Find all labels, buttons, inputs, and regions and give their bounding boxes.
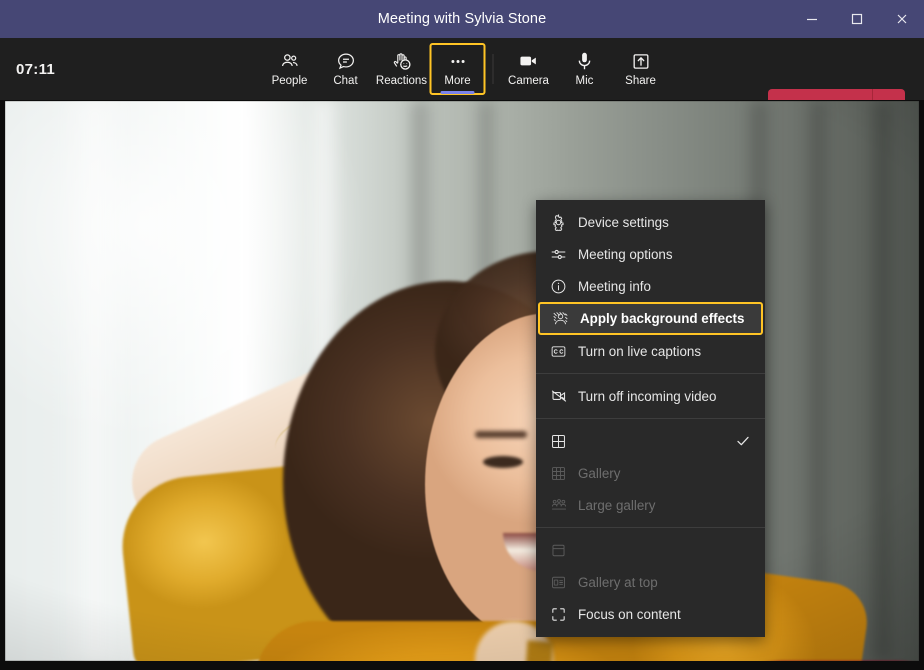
camera-button[interactable]: Camera	[501, 43, 557, 95]
share-icon	[630, 50, 651, 72]
menu-item-focus-on-content: Gallery at top	[536, 566, 765, 598]
more-menu: Device settings Meeting options Meeting …	[536, 200, 765, 637]
camera-icon	[518, 50, 540, 72]
checkmark-icon	[735, 433, 751, 449]
gallery-top-icon	[550, 542, 578, 559]
menu-separator	[536, 527, 765, 528]
more-label: More	[444, 75, 471, 87]
menu-item-apply-background-effects[interactable]: Apply background effects	[538, 302, 763, 335]
video-vignette	[5, 101, 919, 661]
gallery-icon	[550, 433, 578, 450]
chat-button[interactable]: Chat	[318, 43, 374, 95]
toolbar-divider	[492, 54, 494, 84]
share-button[interactable]: Share	[613, 43, 669, 95]
share-label: Share	[625, 75, 656, 87]
maximize-button[interactable]	[834, 0, 879, 38]
menu-item-gallery-at-top	[536, 534, 765, 566]
meeting-timer: 07:11	[16, 60, 56, 78]
more-icon	[447, 50, 468, 72]
meeting-toolbar: 07:11 People Chat Reactions More Camera …	[0, 38, 924, 125]
reactions-button[interactable]: Reactions	[374, 43, 430, 95]
info-icon	[550, 278, 578, 295]
together-mode-icon	[550, 496, 578, 514]
menu-item-label: Large gallery	[578, 497, 656, 513]
chat-label: Chat	[333, 75, 358, 87]
menu-item-label: Meeting options	[578, 246, 673, 262]
window-controls	[789, 0, 924, 38]
more-button[interactable]: More	[429, 43, 486, 95]
menu-item-turn-off-incoming-video[interactable]: Turn off incoming video	[536, 380, 765, 412]
reactions-label: Reactions	[375, 75, 428, 87]
video-off-icon	[550, 387, 578, 405]
menu-item-label: Gallery	[578, 465, 621, 481]
menu-item-together-mode: Large gallery	[536, 489, 765, 521]
menu-item-device-settings[interactable]: Device settings	[536, 206, 765, 238]
menu-item-label: Apply background effects	[580, 311, 745, 326]
people-icon	[279, 50, 300, 72]
menu-item-meeting-info[interactable]: Meeting info	[536, 270, 765, 302]
captions-icon	[550, 343, 578, 360]
video-stage: Device settings Meeting options Meeting …	[0, 100, 924, 670]
toolbar-buttons: People Chat Reactions More Camera Mic Sh…	[256, 38, 669, 100]
focus-content-icon	[550, 574, 578, 591]
menu-item-label: Device settings	[578, 214, 669, 230]
people-button[interactable]: People	[262, 43, 318, 95]
participant-video-tile[interactable]	[5, 101, 919, 661]
menu-item-large-gallery: Gallery	[536, 457, 765, 489]
fullscreen-icon	[550, 606, 578, 623]
menu-separator	[536, 418, 765, 419]
gear-icon	[550, 213, 578, 231]
menu-item-turn-on-live-captions[interactable]: Turn on live captions	[536, 335, 765, 367]
menu-item-label: Gallery at top	[578, 574, 658, 590]
window-title: Meeting with Sylvia Stone	[377, 11, 547, 27]
menu-item-gallery[interactable]	[536, 425, 765, 457]
reactions-icon	[391, 50, 412, 72]
large-gallery-icon	[550, 465, 578, 482]
menu-item-meeting-options[interactable]: Meeting options	[536, 238, 765, 270]
menu-item-label: Turn off incoming video	[578, 388, 717, 404]
mic-icon	[574, 50, 596, 72]
chat-icon	[335, 50, 356, 72]
sliders-icon	[550, 246, 578, 263]
camera-label: Camera	[508, 75, 549, 87]
people-label: People	[271, 75, 308, 87]
mic-label: Mic	[575, 75, 594, 87]
menu-item-label: Turn on live captions	[578, 343, 702, 359]
minimize-button[interactable]	[789, 0, 834, 38]
menu-item-full-screen[interactable]: Focus on content	[536, 598, 765, 630]
title-bar: Meeting with Sylvia Stone	[0, 0, 924, 38]
mic-button[interactable]: Mic	[557, 43, 613, 95]
teams-meeting-window: Meeting with Sylvia Stone 07:11 People C…	[0, 0, 924, 670]
menu-item-label: Focus on content	[578, 606, 681, 622]
menu-item-label: Meeting info	[578, 278, 651, 294]
background-effects-icon	[552, 310, 580, 327]
menu-separator	[536, 373, 765, 374]
close-button[interactable]	[879, 0, 924, 38]
